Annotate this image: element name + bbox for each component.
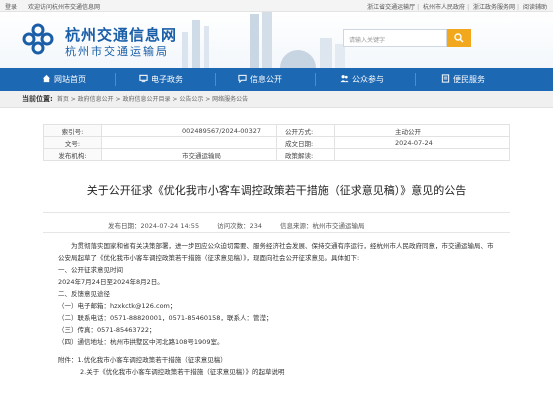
nav-services-label: 便民服务 (453, 75, 485, 84)
nav-info-public[interactable]: 信息公开 (238, 68, 282, 91)
nav-separator (415, 73, 416, 86)
meta-interp-value (334, 148, 510, 161)
document-icon (441, 74, 450, 83)
meta-docno-label: 文号: (43, 136, 102, 149)
people-icon (340, 75, 349, 83)
city-skyline-illustration (182, 12, 345, 68)
meta-publisher-value: 市交通运输局 (101, 148, 277, 161)
link-city-government[interactable]: 杭州市人民政府 (423, 4, 465, 11)
divider (43, 212, 510, 213)
meta-index-label: 索引号: (43, 124, 102, 137)
meta-method-label: 公开方式: (276, 124, 335, 137)
site-subtitle: 杭州市交通运输局 (65, 45, 169, 58)
article-line: 一、公开征求意见时间 (58, 266, 123, 274)
attachment-link-2[interactable]: 2.关于《优化我市小客车调控政策若干措施（征求意见稿）》的起草说明 (58, 366, 498, 378)
separator: | (417, 4, 420, 11)
divider (43, 232, 510, 233)
nav-egov[interactable]: 电子政务 (139, 68, 183, 91)
publish-info: 发布日期：2024-07-24 14:55 访问次数：234 信息来源：杭州市交通运… (108, 220, 383, 230)
nav-home-label: 网站首页 (54, 75, 86, 84)
home-icon (42, 74, 51, 83)
search-input[interactable]: 请输入关键字 (343, 29, 447, 47)
separator: | (467, 4, 470, 11)
welcome-text: 欢迎访问杭州市交通信息网 (27, 4, 100, 11)
separator: | (517, 4, 520, 11)
meta-publisher-label: 发布机构: (43, 148, 102, 161)
main-nav: 网站首页 电子政务 信息公开 公众参与 便民服务 (0, 68, 553, 91)
article-line: 2024年7月24日至2024年8月2日。 (58, 278, 164, 286)
meta-method-value: 主动公开 (334, 124, 510, 137)
nav-participation[interactable]: 公众参与 (340, 68, 384, 91)
search-icon (454, 33, 464, 43)
search-button[interactable] (447, 29, 471, 47)
monitor-icon (139, 74, 148, 83)
breadcrumb-path[interactable]: 首页 > 政府信息公开 > 政府信息公开目录 > 公告公示 > 网络服务公告 (57, 96, 248, 103)
view-count: 访问次数：234 (217, 222, 262, 230)
meta-date-label: 成文日期: (276, 136, 335, 149)
article-body: 为贯彻落实国家和省有关决策部署，进一步回应公众迫切需要、服务经济社会发展、保持交… (58, 240, 498, 378)
chat-icon (238, 74, 247, 83)
nav-services[interactable]: 便民服务 (441, 68, 485, 91)
meta-docno-value (101, 136, 277, 149)
article-line: 二、反馈意见途径 (58, 290, 110, 298)
site-name: 杭州交通信息网 (65, 26, 178, 44)
nav-separator (215, 73, 216, 86)
article-line: （二）联系电话：0571-88820001，0571-85460158，联系人：… (58, 314, 273, 322)
link-province-transport[interactable]: 浙江省交通运输厅 (367, 4, 415, 11)
breadcrumb-current-label: 当前位置: (22, 95, 53, 103)
article-line: （一）电子邮箱：hzxkctk@126.com； (58, 302, 177, 310)
table-row: 发布机构: 市交通运输局 政策解读: (43, 148, 510, 161)
attachment-link-1[interactable]: 附件：1.优化我市小客车调控政策若干措施（征求意见稿） (58, 354, 498, 366)
site-header: 杭州交通信息网 杭州市交通运输局 请输入关键字 (0, 12, 553, 68)
nav-separator (115, 73, 116, 86)
meta-index-value: 002489567/2024-00327 (101, 124, 277, 137)
info-source: 信息来源：杭州市交通运输局 (280, 222, 365, 230)
publish-date: 发布日期：2024-07-24 14:55 (108, 222, 200, 230)
article-intro: 为贯彻落实国家和省有关决策部署，进一步回应公众迫切需要、服务经济社会发展、保持交… (58, 242, 494, 262)
nav-home[interactable]: 网站首页 (42, 68, 86, 91)
article-title: 关于公开征求《优化我市小客车调控政策若干措施（征求意见稿）》意见的公告 (86, 184, 467, 197)
breadcrumb: 当前位置: 首页 > 政府信息公开 > 政府信息公开目录 > 公告公示 > 网络服… (0, 91, 553, 108)
table-row: 文号: 成文日期: 2024-07-24 (43, 136, 510, 149)
site-logo-icon[interactable] (22, 23, 54, 55)
link-zj-service[interactable]: 浙江政务服务网 (473, 4, 515, 11)
document-meta-table: 索引号: 002489567/2024-00327 公开方式: 主动公开 文号:… (43, 124, 510, 161)
nav-info-public-label: 信息公开 (250, 75, 282, 84)
article-line: （四）通信地址：杭州市拱墅区中河北路108号1909室。 (58, 338, 224, 346)
nav-participation-label: 公众参与 (352, 75, 384, 84)
link-reading-aid[interactable]: 阅读辅助 (523, 4, 547, 11)
table-row: 索引号: 002489567/2024-00327 公开方式: 主动公开 (43, 124, 510, 137)
top-utility-bar: 登录 欢迎访问杭州市交通信息网 浙江省交通运输厅 | 杭州市人民政府 | 浙江政务服… (0, 0, 553, 12)
article-line: （三）传真：0571-85463722； (58, 326, 156, 334)
meta-date-value: 2024-07-24 (334, 136, 510, 149)
nav-egov-label: 电子政务 (151, 75, 183, 84)
nav-separator (315, 73, 316, 86)
meta-interp-label: 政策解读: (276, 148, 335, 161)
login-link[interactable]: 登录 (5, 4, 17, 11)
